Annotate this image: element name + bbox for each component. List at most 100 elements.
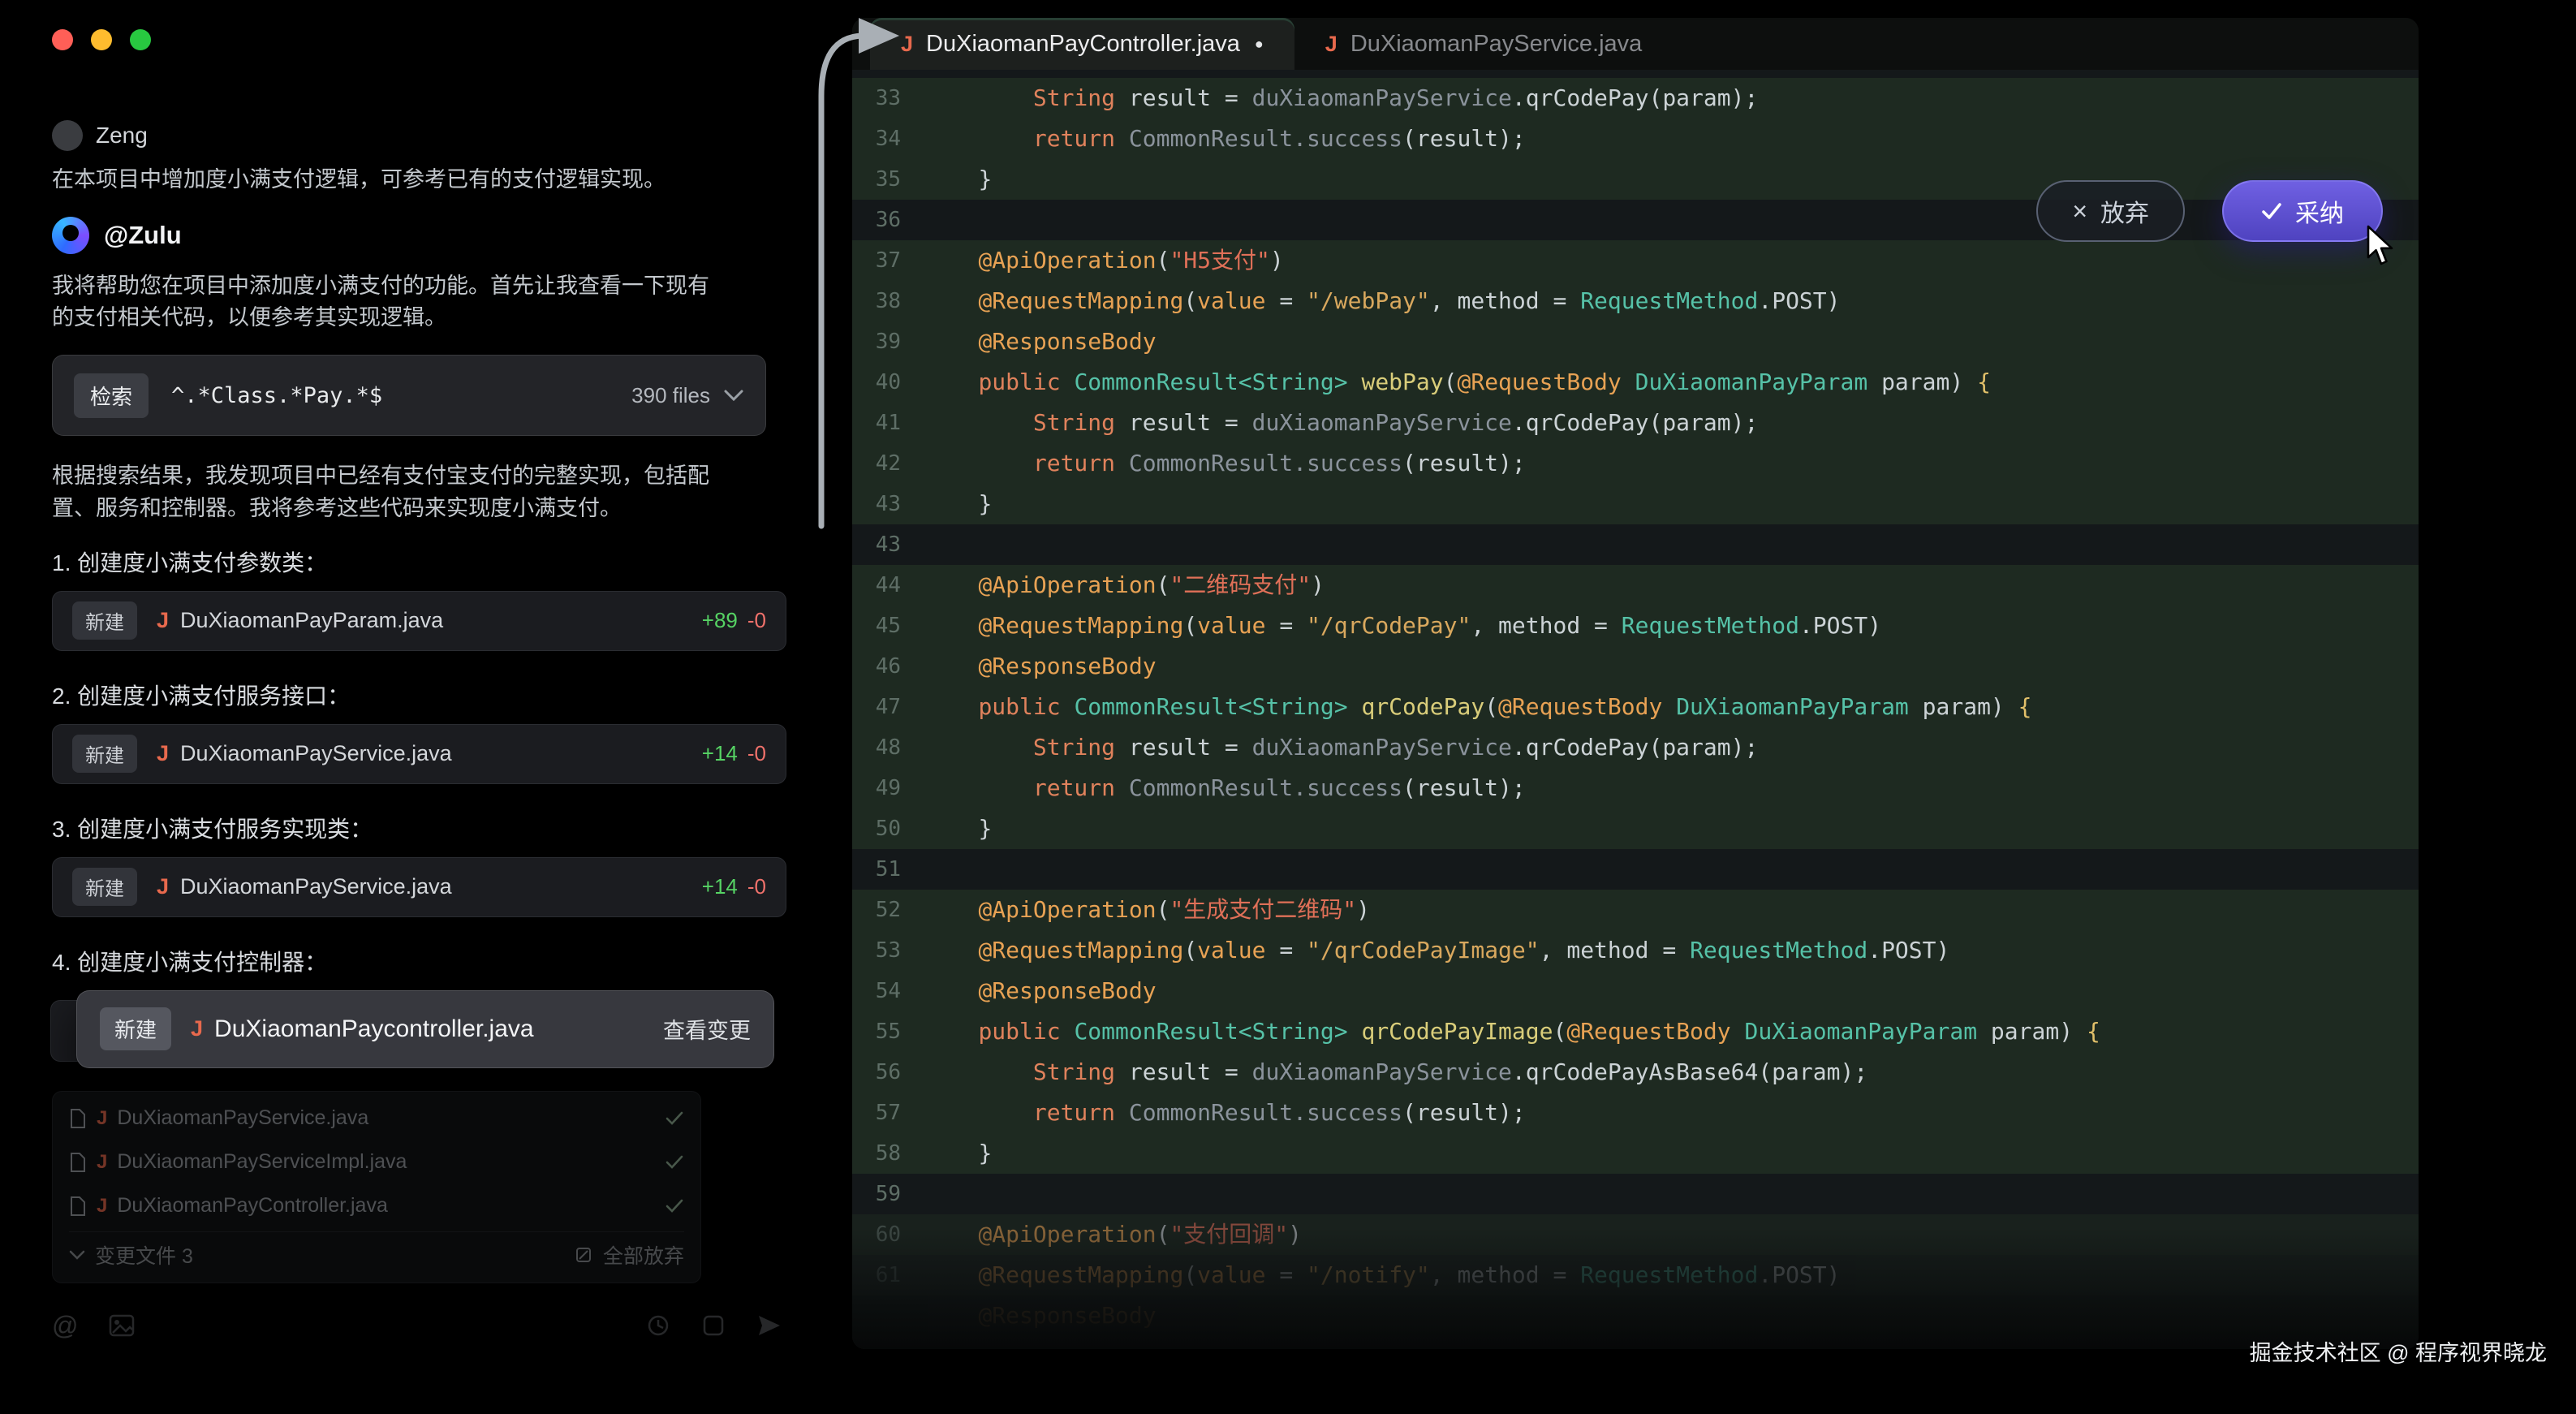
command-icon[interactable] — [701, 1313, 726, 1338]
modified-dot-icon: ● — [1255, 36, 1264, 53]
code-line: 49 return CommonResult.success(result); — [852, 768, 2419, 808]
line-number: 51 — [852, 849, 924, 890]
history-icon[interactable] — [646, 1313, 670, 1338]
line-number: 44 — [852, 565, 924, 606]
code-line: 39 @ResponseBody — [852, 321, 2419, 362]
discard-button[interactable]: × 放弃 — [2036, 180, 2185, 242]
changed-files-summary[interactable]: 变更文件 3 — [95, 1240, 193, 1270]
code-line: 54 @ResponseBody — [852, 971, 2419, 1011]
discard-all-button[interactable]: 全部放弃 — [603, 1240, 684, 1270]
close-icon: × — [2072, 198, 2087, 224]
code-line: 44 @ApiOperation("二维码支付") — [852, 565, 2419, 606]
mention-icon[interactable]: @ — [52, 1311, 78, 1341]
java-file-icon: J — [191, 1016, 203, 1041]
code-line: 47 public CommonResult<String> qrCodePay… — [852, 687, 2419, 727]
user-avatar — [52, 120, 83, 151]
changed-file-row[interactable]: JDuXiaomanPayController.java — [69, 1184, 684, 1228]
step-title: 2. 创建度小满支付服务接口： — [52, 679, 811, 711]
code-line: 34 return CommonResult.success(result); — [852, 119, 2419, 159]
code-line: 60 @ApiOperation("支付回调") — [852, 1214, 2419, 1255]
check-icon — [2261, 202, 2282, 220]
lines-removed: -0 — [747, 608, 766, 633]
lines-added: +89 — [702, 608, 738, 633]
image-icon[interactable] — [109, 1314, 135, 1337]
check-icon[interactable] — [665, 1198, 684, 1214]
java-file-icon: J — [1325, 32, 1338, 57]
close-window-button[interactable] — [52, 29, 73, 50]
new-badge: 新建 — [72, 868, 137, 906]
line-number: 47 — [852, 687, 924, 727]
line-number: 58 — [852, 1133, 924, 1174]
assistant-analysis: 根据搜索结果，我发现项目中已经有支付宝支付的完整实现，包括配置、服务和控制器。我… — [52, 460, 713, 524]
send-icon[interactable] — [756, 1313, 782, 1338]
chevron-down-icon[interactable] — [723, 388, 744, 403]
code-line: 51 — [852, 849, 2419, 890]
new-badge: 新建 — [100, 1007, 171, 1050]
file-card[interactable]: 新建 J DuXiaomanPayService.java +14 -0 — [52, 857, 786, 917]
line-number: 35 — [852, 159, 924, 200]
code-line: 56 String result = duXiaomanPayService.q… — [852, 1052, 2419, 1093]
discard-button-label: 放弃 — [2100, 193, 2149, 229]
code-line: 40 public CommonResult<String> webPay(@R… — [852, 362, 2419, 403]
zoom-window-button[interactable] — [130, 29, 151, 50]
file-card-highlighted[interactable]: 新建JDuXiaomanPaycontroller.java查看变更 — [76, 990, 774, 1068]
file-name: DuXiaomanPayParam.java — [180, 608, 443, 633]
code-line: 37 @ApiOperation("H5支付") — [852, 240, 2419, 281]
changed-file-row[interactable]: J DuXiaomanPayService.java — [69, 1097, 684, 1140]
file-card[interactable]: 新建JDuXiaomanPayService.java+14-0 — [52, 724, 786, 784]
lines-added: +14 — [702, 874, 738, 899]
line-number: 43 — [852, 524, 924, 565]
assistant-intro: 我将帮助您在项目中添加度小满支付的功能。首先让我查看一下现有的支付相关代码，以便… — [52, 270, 713, 334]
lines-removed: -0 — [747, 874, 766, 899]
changed-files-rows: J DuXiaomanPayService.java JDuXiaomanPaySe… — [69, 1097, 684, 1228]
zulu-logo-icon — [52, 217, 89, 254]
code-line: 50 } — [852, 808, 2419, 849]
app-window: Zeng 在本项目中增加度小满支付逻辑，可参考已有的支付逻辑实现。 @Zulu … — [0, 0, 2576, 1414]
chat-panel: Zeng 在本项目中增加度小满支付逻辑，可参考已有的支付逻辑实现。 @Zulu … — [52, 120, 811, 1341]
line-number: 49 — [852, 768, 924, 808]
view-changes-button[interactable]: 查看变更 — [663, 1013, 751, 1045]
minimize-window-button[interactable] — [91, 29, 112, 50]
check-icon[interactable] — [665, 1154, 684, 1170]
diff-actions: × 放弃 采纳 — [2036, 180, 2383, 242]
file-name: DuXiaomanPayController.java — [117, 1194, 388, 1218]
line-number: 57 — [852, 1093, 924, 1133]
document-icon — [69, 1196, 87, 1216]
code-line: 42 return CommonResult.success(result); — [852, 443, 2419, 484]
tab-active[interactable]: JDuXiaomanPayController.java● — [870, 18, 1294, 70]
line-number: 40 — [852, 362, 924, 403]
file-name: DuXiaomanPayService.java — [180, 874, 452, 899]
code-line: 48 String result = duXiaomanPayService.q… — [852, 727, 2419, 768]
line-number: 48 — [852, 727, 924, 768]
chevron-down-icon[interactable] — [69, 1249, 85, 1261]
line-number: 33 — [852, 78, 924, 119]
search-tool-card[interactable]: 检索 ^.*Class.*Pay.*$ 390 files — [52, 355, 766, 436]
java-file-icon: J — [97, 1107, 107, 1130]
editor-panel: JDuXiaomanPayController.java● J DuXiaomanP… — [852, 18, 2419, 1349]
java-file-icon: J — [157, 874, 169, 899]
changed-file-row[interactable]: JDuXiaomanPayServiceImpl.java — [69, 1140, 684, 1184]
code-line: 45 @RequestMapping(value = "/qrCodePay",… — [852, 606, 2419, 646]
line-number: 45 — [852, 606, 924, 646]
lines-removed: -0 — [747, 741, 766, 766]
file-card[interactable]: 新建JDuXiaomanPayParam.java+89-0 — [52, 591, 786, 651]
line-number: 42 — [852, 443, 924, 484]
composer-bar: @ — [52, 1311, 782, 1341]
code-line: 58 } — [852, 1133, 2419, 1174]
file-name: DuXiaomanPayService.java — [117, 1106, 368, 1130]
new-badge: 新建 — [72, 601, 137, 640]
tab-label: DuXiaomanPayService.java — [1350, 31, 1642, 58]
mouse-cursor — [2362, 225, 2401, 267]
document-icon — [69, 1109, 87, 1128]
line-number: 38 — [852, 281, 924, 321]
code-area[interactable]: 33 String result = duXiaomanPayService.q… — [852, 70, 2419, 1349]
code-line: 41 String result = duXiaomanPayService.q… — [852, 403, 2419, 443]
search-button[interactable]: 检索 — [74, 373, 149, 418]
tab-inactive[interactable]: J DuXiaomanPayService.java — [1294, 18, 1674, 70]
step-title: 4. 创建度小满支付控制器： — [52, 945, 811, 977]
check-icon[interactable] — [665, 1110, 684, 1127]
step-title: 3. 创建度小满支付服务实现类： — [52, 812, 811, 844]
accept-button[interactable]: 采纳 — [2222, 180, 2383, 242]
line-number: 41 — [852, 403, 924, 443]
window-controls — [52, 29, 151, 50]
